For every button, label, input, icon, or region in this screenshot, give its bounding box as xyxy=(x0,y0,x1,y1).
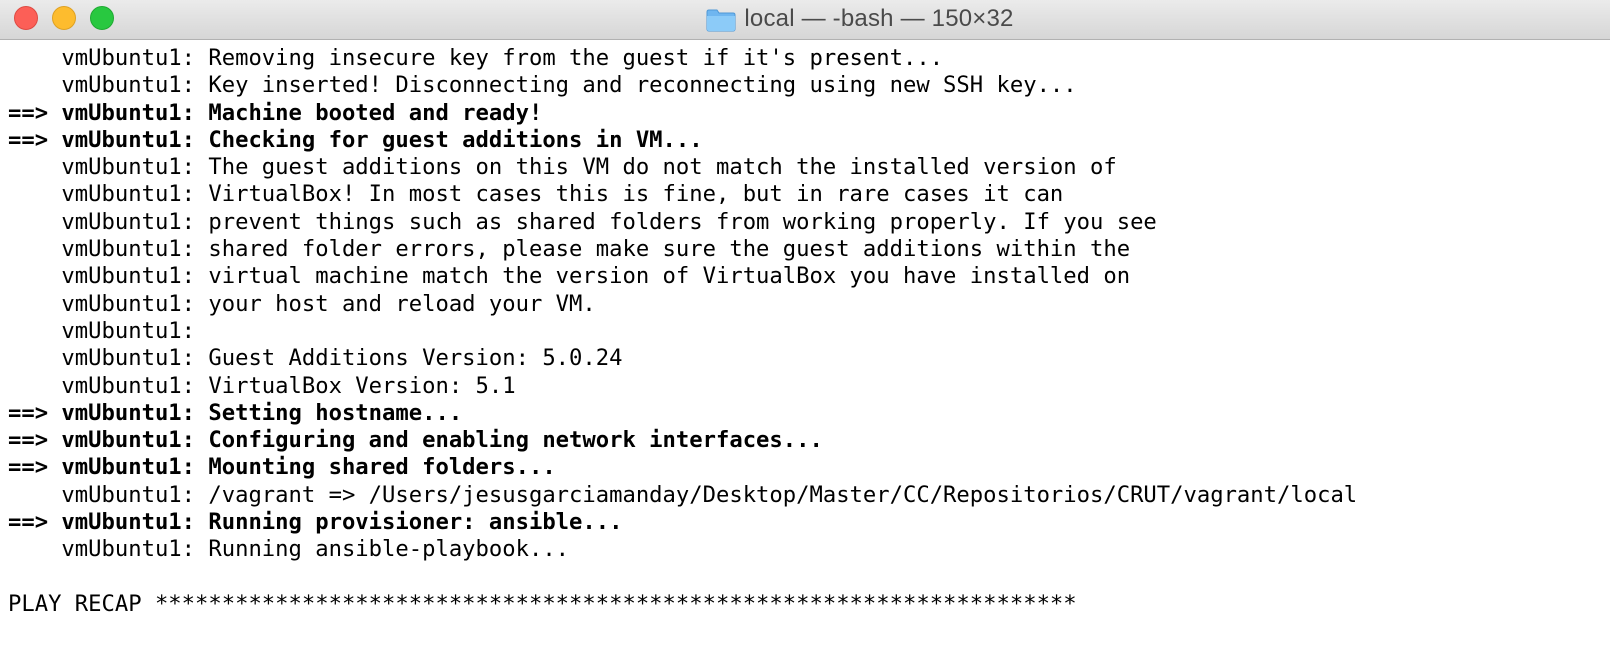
terminal-line: vmUbuntu1: /vagrant => /Users/jesusgarci… xyxy=(8,481,1358,508)
terminal-line: ==> vmUbuntu1: Setting hostname... xyxy=(8,399,463,426)
terminal-line: vmUbuntu1: virtual machine match the ver… xyxy=(8,263,1131,290)
terminal-line: vmUbuntu1: Removing insecure key from th… xyxy=(8,45,944,71)
window-title: local — -bash — 150×32 xyxy=(744,5,1014,32)
terminal-line: PLAY RECAP *****************************… xyxy=(8,590,1077,617)
folder-icon xyxy=(706,8,736,32)
terminal-line: ==> vmUbuntu1: Running provisioner: ansi… xyxy=(8,509,623,536)
terminal-line: vmUbuntu1: your host and reload your VM. xyxy=(8,290,596,317)
terminal-line: vmUbuntu1: prevent things such as shared… xyxy=(8,208,1157,235)
terminal-line: vmUbuntu1: Guest Additions Version: 5.0.… xyxy=(8,345,623,372)
terminal-line: ==> vmUbuntu1: Configuring and enabling … xyxy=(8,427,823,454)
terminal-line: vmUbuntu1: VirtualBox Version: 5.1 xyxy=(8,372,516,399)
terminal-line: ==> vmUbuntu1: Machine booted and ready! xyxy=(8,99,543,126)
terminal-line: vmUbuntu1: The guest additions on this V… xyxy=(8,154,1117,181)
terminal-line: vmUbuntu1: xyxy=(8,317,196,344)
window-title-area: local — -bash — 150×32 xyxy=(0,0,1610,38)
terminal-output[interactable]: vmUbuntu1: Removing insecure key from th… xyxy=(0,41,1610,652)
terminal-line: vmUbuntu1: Running ansible-playbook... xyxy=(8,536,570,563)
terminal-line: ==> vmUbuntu1: Mounting shared folders..… xyxy=(8,454,556,481)
terminal-window: local — -bash — 150×32 vmUbuntu1: Removi… xyxy=(0,0,1610,652)
terminal-line: vmUbuntu1: shared folder errors, please … xyxy=(8,236,1131,263)
terminal-line: vmUbuntu1: Key inserted! Disconnecting a… xyxy=(8,72,1077,99)
terminal-line: vmUbuntu1: VirtualBox! In most cases thi… xyxy=(8,181,1064,208)
title-bar[interactable]: local — -bash — 150×32 xyxy=(0,0,1610,40)
terminal-line: ==> vmUbuntu1: Checking for guest additi… xyxy=(8,126,703,153)
